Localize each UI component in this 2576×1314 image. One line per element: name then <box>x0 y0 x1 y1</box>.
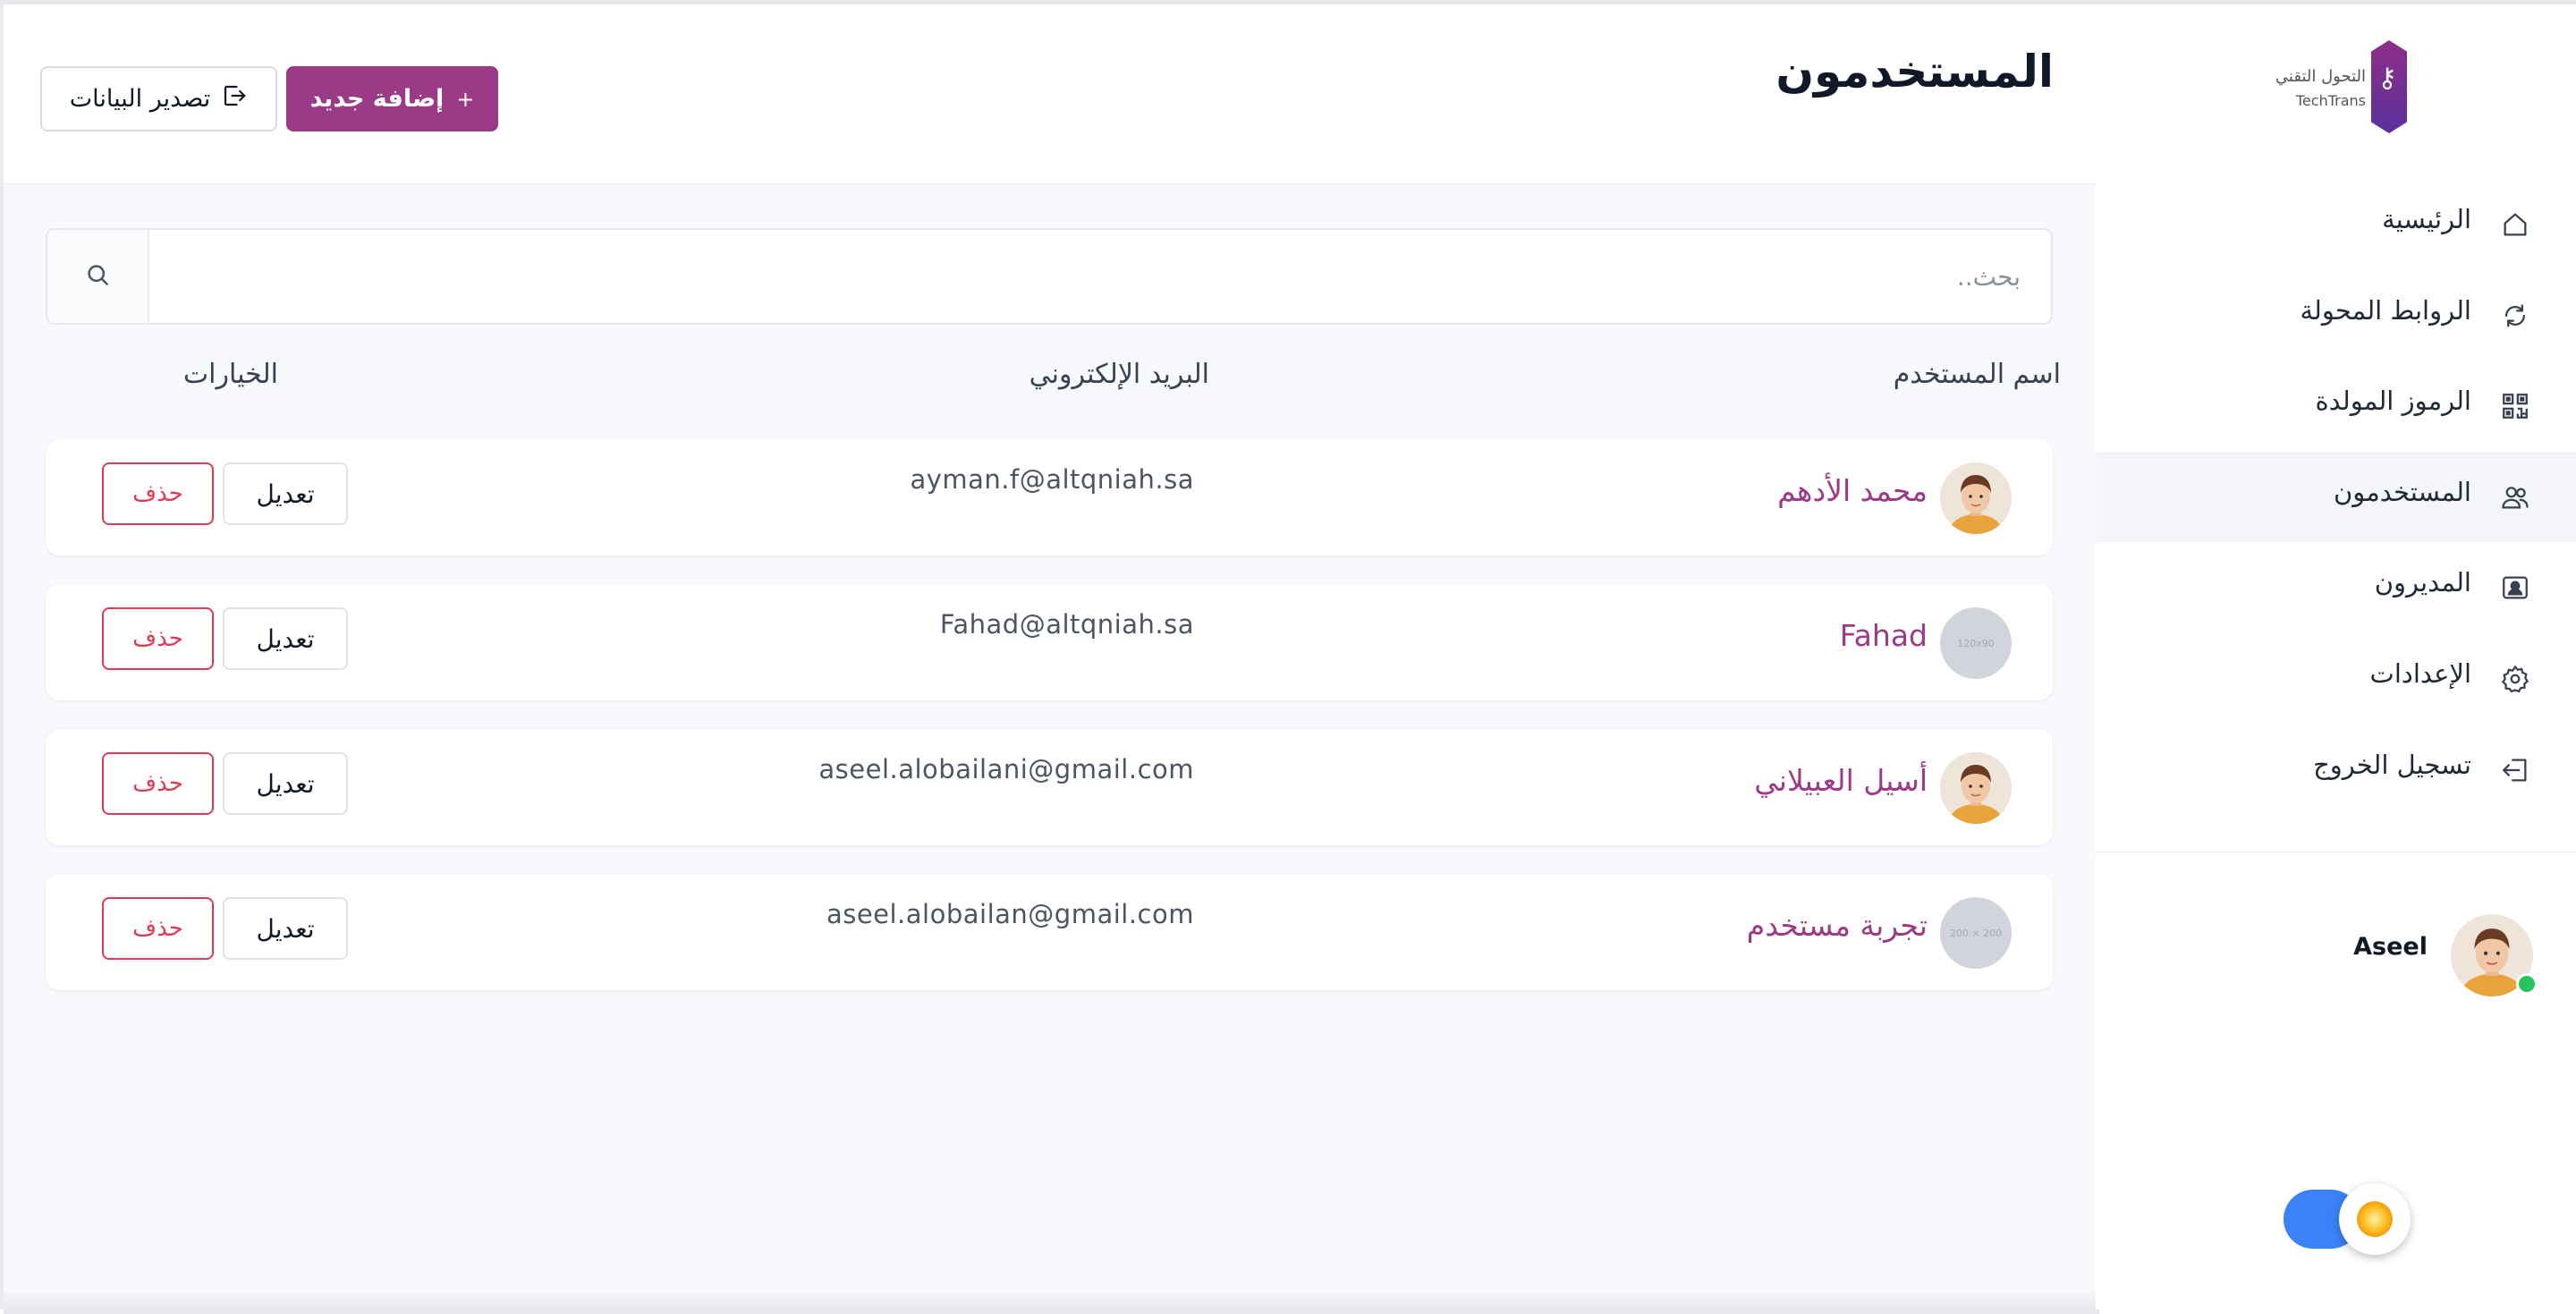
avatar-placeholder: 200 × 200 <box>1940 897 2012 969</box>
edit-button[interactable]: تعديل <box>223 607 348 670</box>
page-header: المستخدمون + إضافة جديد تصدير البيانات <box>4 4 2096 184</box>
users-icon <box>2500 482 2530 513</box>
admin-badge-icon <box>2500 572 2530 603</box>
avatar-placeholder-text: 200 × 200 <box>1949 927 2003 939</box>
page-title: المستخدمون <box>1775 46 2054 97</box>
sidebar-item-generated-codes[interactable]: الرموز المولدة <box>2096 360 2576 452</box>
qr-code-icon <box>2500 391 2530 421</box>
export-data-label: تصدير البيانات <box>69 85 211 113</box>
theme-toggle-knob[interactable] <box>2339 1183 2411 1255</box>
sidebar-item-label: المديرون <box>2374 567 2471 598</box>
sidebar-item-label: الإعدادات <box>2369 657 2471 689</box>
export-data-button[interactable]: تصدير البيانات <box>40 66 277 131</box>
main-content: المستخدمون + إضافة جديد تصدير البيانات ب… <box>4 4 2099 1314</box>
avatar-placeholder-text: 120x90 <box>1957 637 1995 649</box>
sidebar-item-users[interactable]: المستخدمون <box>2096 451 2576 543</box>
column-header-email: البريد الإلكتروني <box>1029 359 1209 390</box>
sidebar-item-label: المستخدمون <box>2333 476 2471 507</box>
table-row: 200 × 200 تجربة مستخدم aseel.alobailan@g… <box>46 874 2053 990</box>
gear-icon <box>2500 664 2530 694</box>
column-header-username: اسم المستخدم <box>1893 359 2061 390</box>
column-header-options: الخيارات <box>182 359 278 390</box>
sidebar-item-label: الروابط المحولة <box>2300 294 2471 326</box>
row-email: aseel.alobailan@gmail.com <box>826 899 1194 929</box>
table-row: 120x90 Fahad Fahad@altqniah.sa تعديل حذف <box>46 584 2053 700</box>
logo-text-en: TechTrans <box>2295 92 2366 109</box>
export-icon <box>221 82 248 115</box>
edit-button[interactable]: تعديل <box>223 897 348 960</box>
row-username[interactable]: أسيل العبيلاني <box>1754 763 1928 798</box>
sidebar-item-label: الرموز المولدة <box>2315 386 2471 417</box>
logo-text-ar: التحول التقني <box>2275 67 2366 86</box>
sun-icon <box>2357 1201 2393 1237</box>
sidebar-item-home[interactable]: الرئيسية <box>2096 179 2576 270</box>
plus-icon: + <box>456 86 475 112</box>
avatar-placeholder: 120x90 <box>1940 607 2012 679</box>
sidebar-nav: الرئيسية الروابط المحولة الرموز المولدة … <box>2096 179 2576 815</box>
window-bottom-edge <box>4 1293 2099 1314</box>
row-email: ayman.f@altqniah.sa <box>910 464 1194 495</box>
sidebar-item-label: تسجيل الخروج <box>2313 749 2471 780</box>
home-icon <box>2500 209 2530 240</box>
delete-button[interactable]: حذف <box>102 607 214 670</box>
delete-button[interactable]: حذف <box>102 752 214 815</box>
refresh-icon <box>2500 301 2530 331</box>
add-new-label: إضافة جديد <box>309 85 445 113</box>
search-input[interactable] <box>149 230 2049 323</box>
edit-button[interactable]: تعديل <box>223 462 348 525</box>
row-email: aseel.alobailani@gmail.com <box>818 754 1194 784</box>
search-icon <box>84 261 111 292</box>
row-username[interactable]: Fahad <box>1840 618 1928 653</box>
row-email: Fahad@altqniah.sa <box>939 609 1194 640</box>
avatar <box>1940 462 2012 534</box>
logout-icon <box>2500 755 2530 785</box>
avatar <box>1940 752 2012 824</box>
search-button[interactable] <box>47 230 149 323</box>
add-new-button[interactable]: + إضافة جديد <box>286 66 498 131</box>
search-bar <box>46 228 2053 325</box>
sidebar-item-settings[interactable]: الإعدادات <box>2096 633 2576 725</box>
sidebar-item-logout[interactable]: تسجيل الخروج <box>2096 725 2576 816</box>
table-row: أسيل العبيلاني aseel.alobailani@gmail.co… <box>46 729 2053 845</box>
logo[interactable]: ⚷ التحول التقني TechTrans <box>2275 40 2407 139</box>
window-left-edge <box>0 0 4 1310</box>
edit-button[interactable]: تعديل <box>223 752 348 815</box>
key-icon: ⚷ <box>2377 63 2397 94</box>
table-row: محمد الأدهم ayman.f@altqniah.sa تعديل حذ… <box>46 439 2053 555</box>
row-username[interactable]: محمد الأدهم <box>1777 473 1928 508</box>
online-status-indicator <box>2516 973 2538 995</box>
delete-button[interactable]: حذف <box>102 897 214 960</box>
sidebar: ⚷ التحول التقني TechTrans الرئيسية الروا… <box>2096 4 2576 1310</box>
profile-name[interactable]: Aseel <box>2353 933 2428 961</box>
row-username[interactable]: تجربة مستخدم <box>1747 908 1928 943</box>
sidebar-item-admins[interactable]: المديرون <box>2096 542 2576 633</box>
sidebar-item-converted-links[interactable]: الروابط المحولة <box>2096 270 2576 361</box>
sidebar-item-label: الرئيسية <box>2382 204 2471 234</box>
delete-button[interactable]: حذف <box>102 462 214 525</box>
